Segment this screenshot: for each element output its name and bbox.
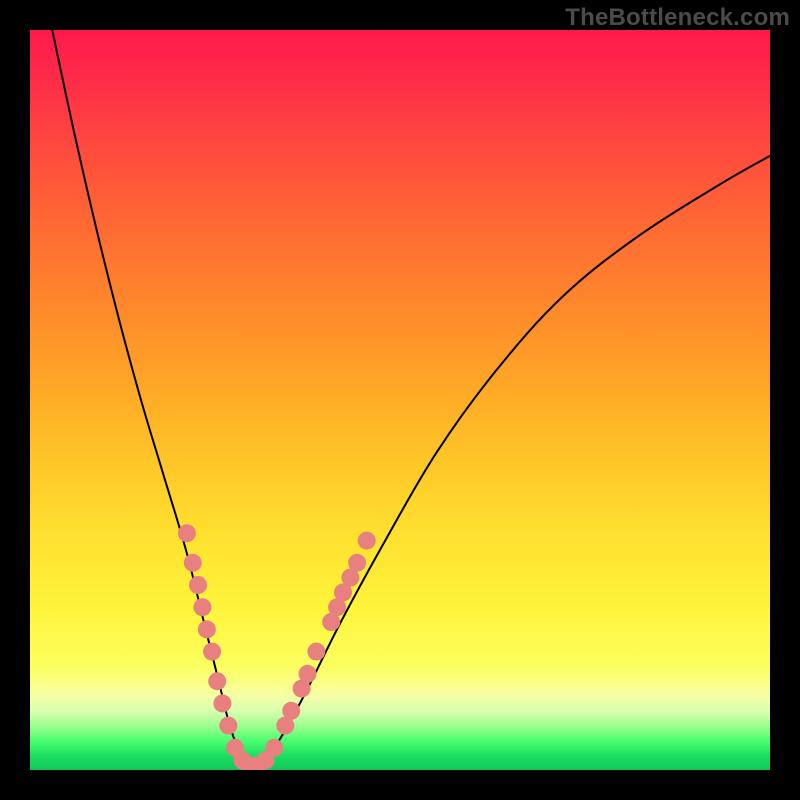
highlight-dot xyxy=(307,643,325,661)
highlight-dot xyxy=(184,554,202,572)
highlight-dot xyxy=(358,532,376,550)
highlight-dot xyxy=(213,694,231,712)
highlight-dot xyxy=(189,576,207,594)
highlight-dot xyxy=(282,702,300,720)
chart-frame: TheBottleneck.com xyxy=(0,0,800,800)
highlight-dot xyxy=(219,717,237,735)
highlight-dot xyxy=(208,672,226,690)
highlight-dot xyxy=(178,524,196,542)
highlight-dot xyxy=(193,598,211,616)
highlight-dot xyxy=(299,665,317,683)
curve-layer xyxy=(30,30,770,770)
watermark-text: TheBottleneck.com xyxy=(565,4,790,32)
highlight-dot xyxy=(265,739,283,757)
highlight-dot xyxy=(203,643,221,661)
plot-area xyxy=(30,30,770,770)
bottleneck-curve xyxy=(52,30,770,770)
highlight-dot xyxy=(348,554,366,572)
highlight-dots-group xyxy=(178,524,376,770)
highlight-dot xyxy=(198,620,216,638)
